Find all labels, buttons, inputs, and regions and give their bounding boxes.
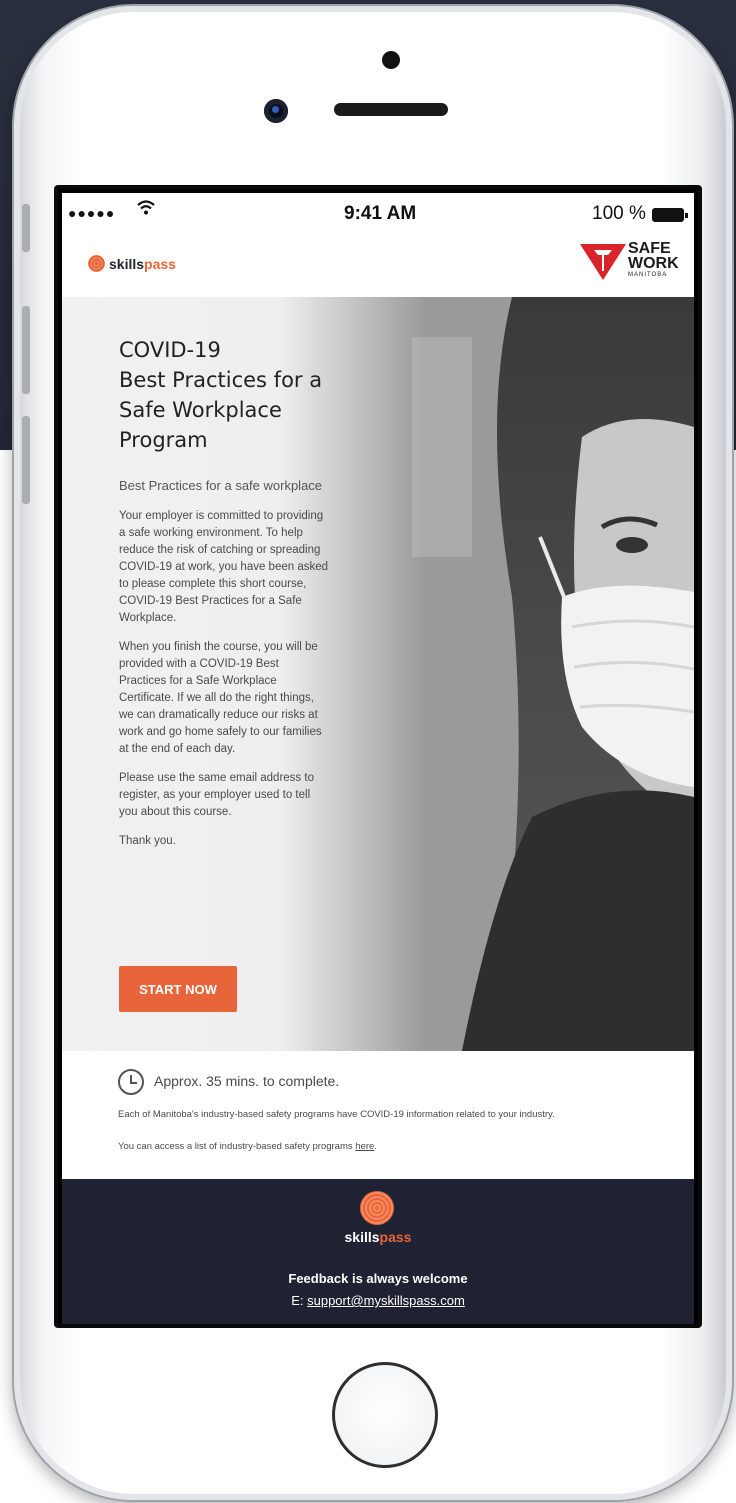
app-header: skillspass SAFE WORK MANITOBA xyxy=(62,239,694,297)
hero-text-block: COVID-19 Best Practices for a Safe Workp… xyxy=(119,335,329,850)
wifi-icon xyxy=(136,199,156,222)
hammer-icon xyxy=(594,250,612,271)
front-camera-icon xyxy=(264,99,288,123)
masked-woman-photo xyxy=(282,297,694,1051)
volume-down-button xyxy=(22,416,30,504)
phone-screen: ●●●●● 9:41 AM 100 % skillspass SAFE WORK… xyxy=(54,185,702,1328)
logo-wordmark: skillspass xyxy=(109,255,176,272)
page-title: COVID-19 Best Practices for a Safe Workp… xyxy=(119,338,323,452)
status-time: 9:41 AM xyxy=(344,203,417,224)
start-now-button[interactable]: START NOW xyxy=(119,966,237,1012)
support-email-link[interactable]: support@myskillspass.com xyxy=(307,1293,465,1308)
hero-section: COVID-19 Best Practices for a Safe Workp… xyxy=(62,297,694,1051)
industry-info-text: Each of Manitoba's industry-based safety… xyxy=(118,1109,555,1120)
mute-switch xyxy=(22,204,30,252)
skillspass-logo[interactable]: skillspass xyxy=(88,255,176,272)
hero-paragraph-email: Please use the same email address to reg… xyxy=(119,772,314,818)
battery-icon xyxy=(652,208,688,222)
footer: skillspass Feedback is always welcome E:… xyxy=(62,1179,694,1324)
hero-subtitle: Best Practices for a safe workplace xyxy=(119,478,323,493)
swm-line-manitoba: MANITOBA xyxy=(628,272,668,278)
programs-list-text: You can access a list of industry-based … xyxy=(118,1141,377,1152)
proximity-sensor xyxy=(382,51,400,69)
safe-work-manitoba-logo[interactable]: SAFE WORK MANITOBA xyxy=(580,239,680,283)
clock-icon xyxy=(118,1069,144,1095)
footer-logo-wordmark: skillspass xyxy=(344,1229,412,1245)
hero-paragraph-intro: Your employer is committed to providing … xyxy=(119,510,329,624)
hero-paragraph-certificate: When you finish the course, you will be … xyxy=(119,641,322,755)
hero-paragraph-thanks: Thank you. xyxy=(119,835,176,847)
feedback-text: Feedback is always welcome xyxy=(288,1271,468,1286)
swm-line-work: WORK xyxy=(628,255,679,272)
programs-here-link[interactable]: here xyxy=(355,1141,374,1152)
earpiece-speaker xyxy=(334,103,448,116)
fingerprint-logo-icon xyxy=(88,255,105,272)
course-info-section: Approx. 35 mins. to complete. Each of Ma… xyxy=(62,1051,694,1179)
duration-text: Approx. 35 mins. to complete. xyxy=(154,1073,340,1089)
status-bar: ●●●●● 9:41 AM 100 % xyxy=(62,193,694,239)
signal-strength-icon: ●●●●● xyxy=(68,205,116,221)
home-button[interactable] xyxy=(332,1362,438,1468)
volume-up-button xyxy=(22,306,30,394)
support-email-line: E: support@myskillspass.com xyxy=(291,1293,465,1308)
fingerprint-logo-icon xyxy=(360,1191,394,1225)
battery-percent: 100 % xyxy=(592,203,646,224)
